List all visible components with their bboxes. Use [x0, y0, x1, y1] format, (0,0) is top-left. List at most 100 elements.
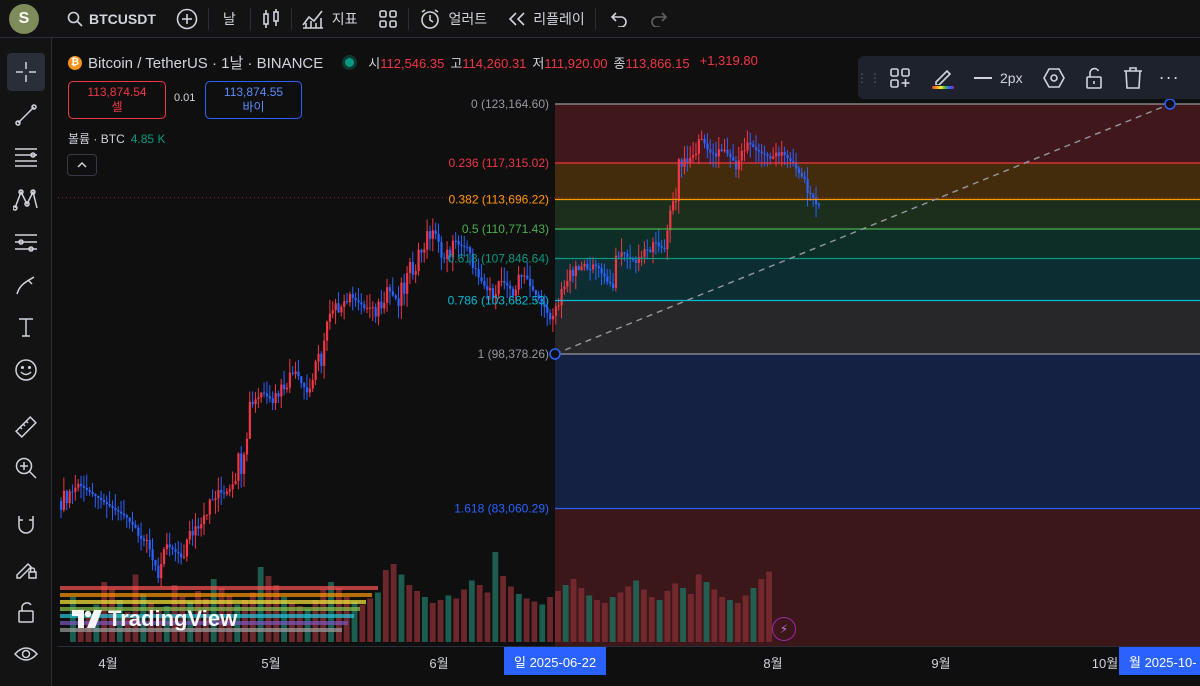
candle-body: [288, 372, 291, 388]
candle-body: [815, 197, 818, 205]
candle-body: [775, 152, 778, 157]
text-tool[interactable]: [7, 308, 45, 346]
volume-bar: [492, 552, 499, 642]
volume-bar: [468, 580, 475, 642]
alert-button[interactable]: 얼러트: [409, 0, 498, 38]
hide-drawings-tool[interactable]: [7, 635, 45, 673]
price-chart-svg[interactable]: 0 (123,164.60) 0.236 (117,315.02) 0.382 (1…: [58, 44, 1200, 646]
fib-zone: [555, 199, 1200, 229]
fib-level-label: 1 (98,378.26): [478, 347, 549, 361]
brush-tool[interactable]: [7, 267, 45, 305]
time-tick: 6월: [429, 656, 449, 671]
fib-retracement-tool[interactable]: [7, 138, 45, 176]
line-width-button[interactable]: 2px: [964, 56, 1033, 99]
crosshair-tool[interactable]: [7, 53, 45, 91]
candle-body: [248, 401, 251, 439]
delete-drawing-button[interactable]: [1113, 56, 1153, 99]
symbol-search-button[interactable]: BTCUSDT: [57, 0, 166, 38]
lock-drawing-button[interactable]: [1075, 56, 1113, 99]
lock-drawings-tool[interactable]: [7, 550, 45, 588]
fib-zone: [555, 354, 1200, 509]
line-color-button[interactable]: [922, 56, 964, 99]
zoom-tool[interactable]: [7, 449, 45, 487]
measure-tool[interactable]: [7, 408, 45, 446]
candle-body: [294, 371, 297, 374]
fib-level-label: 0.618 (107,846.64): [448, 252, 549, 266]
candle-body: [314, 361, 317, 380]
volume-bar: [586, 595, 593, 642]
chart-pane[interactable]: 0 (123,164.60) 0.236 (117,315.02) 0.382 (1…: [58, 44, 1200, 646]
market-open-dot: [345, 58, 355, 67]
pattern-tool[interactable]: [7, 181, 45, 219]
change-value: +1,319.80: [699, 53, 758, 68]
legend-title[interactable]: Bitcoin / TetherUS · 1날 · BINANCE: [88, 52, 323, 73]
template-button[interactable]: [880, 56, 922, 99]
candle-body: [245, 438, 249, 455]
candle-body: [122, 513, 126, 516]
forecast-tool[interactable]: [7, 223, 45, 261]
candle-body: [325, 321, 329, 341]
candle-body: [652, 242, 655, 253]
volume-bar: [672, 583, 679, 642]
layouts-button[interactable]: [368, 0, 408, 38]
more-options-button[interactable]: ···: [1153, 56, 1186, 99]
end-date-tag: 월 2025-10-: [1119, 647, 1200, 675]
time-axis[interactable]: 4월 5월 6월 8월 9월 10월 일 2025-06-22 월 2025-1…: [58, 646, 1200, 686]
drag-handle-icon[interactable]: ⋮⋮: [856, 56, 881, 99]
tradingview-logo-icon: [72, 610, 102, 628]
candle-body: [812, 194, 815, 198]
compare-symbol-button[interactable]: [166, 0, 208, 38]
candle-body: [374, 307, 377, 317]
volume-bar: [687, 594, 694, 642]
volume-bar: [594, 600, 600, 642]
candle-body: [746, 142, 749, 151]
drawing-properties-toolbar: ⋮⋮ 2px ···: [856, 56, 1200, 99]
flash-icon[interactable]: ⚡: [772, 617, 796, 641]
redo-button[interactable]: [642, 0, 676, 38]
lock-all-tool[interactable]: [7, 593, 45, 631]
candle-body: [797, 168, 801, 173]
candle-body: [180, 553, 183, 558]
collapse-legend-button[interactable]: [67, 154, 97, 176]
candle-body: [506, 283, 509, 286]
candle-body: [68, 491, 71, 504]
trend-line-tool[interactable]: [7, 96, 45, 134]
candle-body: [428, 231, 432, 239]
candle-body: [254, 399, 257, 405]
candle-body: [343, 301, 346, 307]
indicators-button[interactable]: 지표: [292, 0, 368, 38]
buy-button[interactable]: 113,874.55 바이: [205, 81, 302, 119]
user-avatar[interactable]: S: [9, 3, 39, 34]
chart-type-button[interactable]: [251, 0, 291, 38]
candle-body: [71, 491, 74, 493]
volume-bar: [562, 585, 569, 642]
candle-body: [117, 510, 120, 512]
position-lines-icon: [15, 234, 37, 252]
emoji-tool[interactable]: [7, 351, 45, 389]
undo-button[interactable]: [596, 0, 642, 38]
interval-button[interactable]: 날: [209, 0, 250, 38]
candle-body: [303, 383, 306, 388]
sell-button[interactable]: 113,874.54 셀: [68, 81, 166, 119]
candle-body: [148, 540, 151, 550]
fib-zone: [555, 163, 1200, 200]
candle-body: [520, 274, 523, 277]
grid-icon: [378, 9, 397, 28]
volume-bar: [633, 580, 640, 642]
candle-body: [394, 295, 397, 299]
candle-body: [77, 483, 80, 488]
candle-body: [789, 158, 792, 162]
candle-body: [268, 396, 271, 399]
volume-bar: [382, 570, 389, 642]
candle-body: [769, 156, 772, 159]
line-width-preview: [974, 76, 992, 79]
volume-legend[interactable]: 볼륨 · BTC 4.85 K: [68, 130, 165, 147]
indicators-icon: [302, 10, 323, 29]
candle-body: [694, 153, 698, 156]
settings-button[interactable]: [1033, 56, 1075, 99]
candle-body: [65, 490, 68, 504]
candle-body: [260, 392, 263, 398]
candle-body: [308, 388, 312, 393]
magnet-tool[interactable]: [7, 506, 45, 544]
replay-button[interactable]: 리플레이: [497, 0, 595, 38]
